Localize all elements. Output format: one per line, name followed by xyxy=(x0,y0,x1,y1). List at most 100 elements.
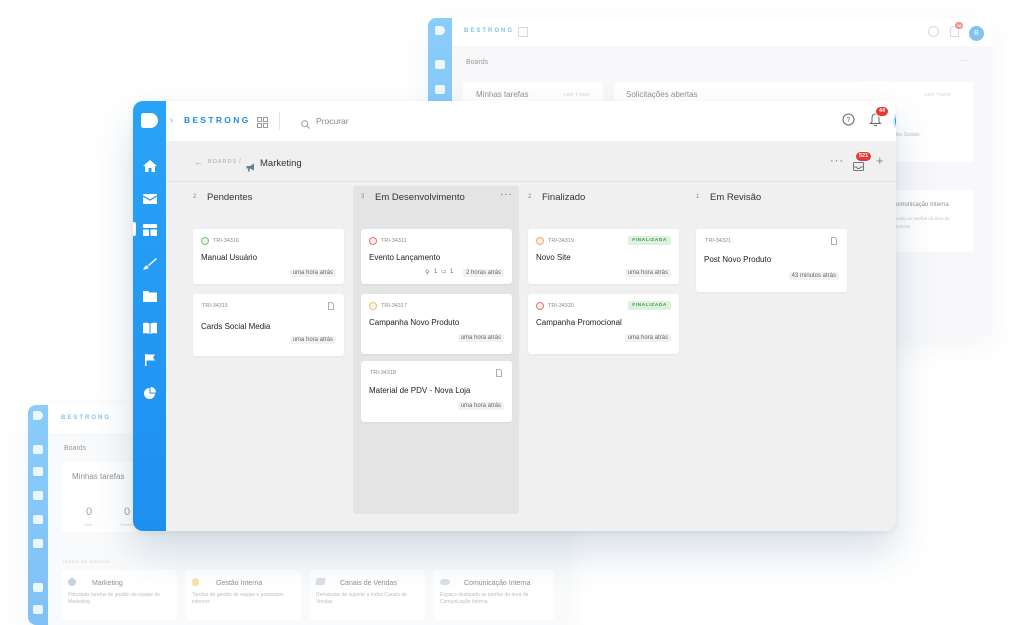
card-title: Minhas tarefas xyxy=(72,472,125,481)
request-item-text: des Sociais xyxy=(894,132,920,138)
help-icon xyxy=(928,26,939,37)
task-title: Evento Lançamento xyxy=(369,253,441,262)
attachment-icon: ⚲ xyxy=(425,270,430,276)
breadcrumb[interactable]: Boards xyxy=(64,445,86,452)
task-title: Post Novo Produto xyxy=(704,255,772,264)
folder-icon[interactable] xyxy=(143,289,157,302)
task-time: uma hora atrás xyxy=(624,334,671,342)
see-all-link[interactable]: VER TUDO xyxy=(924,92,951,97)
stat-value: 0 xyxy=(124,506,131,518)
board-header: ← BOARDS / Marketing ··· 521 + xyxy=(166,141,896,182)
comment-count: 1 xyxy=(450,269,454,275)
card-title: Minhas tarefas xyxy=(476,90,529,99)
board-tile[interactable]: Marketing Principais tarefas de gestão d… xyxy=(62,570,177,620)
collapse-chevron-icon[interactable]: › xyxy=(170,115,173,125)
task-card[interactable]: TRI-34316 Manual Usuário uma hora atrás xyxy=(193,229,344,284)
flag-icon[interactable] xyxy=(143,353,157,366)
notification-badge: 44 xyxy=(875,106,890,117)
task-card[interactable]: TRI-34321 Post Novo Produto 43 minutos a… xyxy=(696,229,847,292)
board-tile-name: Comunicação Interna xyxy=(464,580,531,587)
more-options-icon[interactable]: ··· xyxy=(830,155,844,167)
brush-icon[interactable] xyxy=(143,257,157,270)
task-time: uma hora atrás xyxy=(457,402,504,410)
task-time: 2 horas atrás xyxy=(462,269,504,277)
task-id: TRI-34317 xyxy=(381,303,407,309)
user-avatar[interactable]: B xyxy=(895,111,896,131)
svg-text:?: ? xyxy=(847,117,851,124)
stat-value: 0 xyxy=(86,506,93,518)
home-icon[interactable] xyxy=(143,159,157,172)
top-bar: › BESTRONG ? 44 B xyxy=(166,101,896,142)
board-tile[interactable]: omunicação Interna nado as tarefas da ár… xyxy=(894,190,974,252)
column-count: 2 xyxy=(193,194,197,200)
mail-icon xyxy=(33,467,43,476)
task-title: Cards Social Media xyxy=(201,322,271,331)
app-logo-icon[interactable] xyxy=(141,113,158,128)
task-time: uma hora atrás xyxy=(624,269,671,277)
task-title: Manual Usuário xyxy=(201,253,258,262)
board-tile-desc: Interna xyxy=(896,224,911,229)
assignee-avatar xyxy=(201,237,209,245)
board-tile[interactable]: Comunicação Interna Espaço destinado as … xyxy=(434,570,554,620)
task-title: Campanha Promocional xyxy=(536,318,622,327)
board-tile[interactable]: Canais de Vendas Demandas de suporte a t… xyxy=(310,570,425,620)
document-icon xyxy=(831,237,837,245)
pie-chart-icon[interactable] xyxy=(143,386,157,399)
task-id: TRI-34320 xyxy=(548,303,574,309)
document-icon xyxy=(328,302,334,310)
book-icon[interactable] xyxy=(143,321,157,334)
attachment-count: 1 xyxy=(434,269,438,275)
task-id: TRI-34316 xyxy=(213,238,239,244)
search-input[interactable] xyxy=(316,113,536,129)
task-card[interactable]: TRI-34318 Material de PDV - Nova Loja um… xyxy=(361,361,512,422)
column-finalizado: 2 Finalizado TRI-34319 FINALIZADA Novo S… xyxy=(528,189,688,354)
mail-icon xyxy=(435,85,445,94)
card-title: Solicitações abertas xyxy=(626,90,698,99)
boards-icon xyxy=(33,491,43,500)
chart-icon xyxy=(33,605,43,614)
task-id: TRI-34315 xyxy=(202,303,228,309)
brand-logo: BESTRONG xyxy=(464,28,515,34)
breadcrumb-boards[interactable]: BOARDS xyxy=(208,159,237,165)
status-badge: FINALIZADA xyxy=(628,236,671,245)
avatar[interactable]: B xyxy=(969,26,984,41)
task-title: Material de PDV - Nova Loja xyxy=(369,386,471,395)
main-window-kanban: › BESTRONG ? 44 B ← BOARDS / Marketing ·… xyxy=(133,101,896,531)
status-badge: FINALIZADA xyxy=(628,301,671,310)
task-card[interactable]: TRI-34319 FINALIZADA Novo Site uma hora … xyxy=(528,229,679,284)
task-title: Campanha Novo Produto xyxy=(369,318,460,327)
task-card[interactable]: TRI-34320 FINALIZADA Campanha Promociona… xyxy=(528,294,679,354)
task-card[interactable]: TRI-34317 Campanha Novo Produto uma hora… xyxy=(361,294,512,354)
task-card[interactable]: TRI-34315 Cards Social Media uma hora at… xyxy=(193,294,344,356)
help-icon[interactable]: ? xyxy=(842,113,855,126)
apps-grid-icon[interactable] xyxy=(257,115,268,128)
add-button[interactable]: + xyxy=(876,153,884,168)
column-options-icon[interactable]: ··· xyxy=(500,189,513,200)
stat-label: Hoje xyxy=(84,522,93,527)
column-title: Em Desenvolvimento xyxy=(375,192,465,203)
task-card[interactable]: TRI-34311 Evento Lançamento ⚲ 1 ▭ 1 2 ho… xyxy=(361,229,512,284)
column-pendentes: 2 Pendentes TRI-34316 Manual Usuário uma… xyxy=(193,189,353,356)
megaphone-icon xyxy=(68,578,76,586)
board-tile-desc: Tarefas de gestão de equipe e processos … xyxy=(192,592,284,605)
column-count: 2 xyxy=(528,194,532,200)
see-all-link[interactable]: VER TUDO xyxy=(563,92,590,97)
task-title: Novo Site xyxy=(536,253,571,262)
back-arrow-icon[interactable]: ← xyxy=(194,157,203,167)
boards-icon[interactable] xyxy=(143,223,157,236)
task-id: TRI-34319 xyxy=(548,238,574,244)
more-options-icon[interactable]: ··· xyxy=(960,56,968,65)
column-em-desenvolvimento: 3 Em Desenvolvimento ··· TRI-34311 Event… xyxy=(353,186,521,514)
board-tile[interactable]: Gestão Interna Tarefas de gestão de equi… xyxy=(186,570,301,620)
megaphone-icon xyxy=(246,159,255,172)
board-tile-desc: nado as tarefas da área de xyxy=(896,216,950,221)
background-topbar xyxy=(452,18,992,46)
breadcrumb[interactable]: Boards xyxy=(466,59,488,66)
mail-icon[interactable] xyxy=(142,192,158,204)
column-title: Pendentes xyxy=(207,192,253,203)
board-tile-desc: Espaço destinado as tarefas da área de C… xyxy=(440,592,529,605)
brand-logo: BESTRONG xyxy=(61,415,112,421)
brand-logo: BESTRONG xyxy=(184,115,251,125)
brush-icon xyxy=(33,515,43,524)
sidebar xyxy=(133,101,166,531)
